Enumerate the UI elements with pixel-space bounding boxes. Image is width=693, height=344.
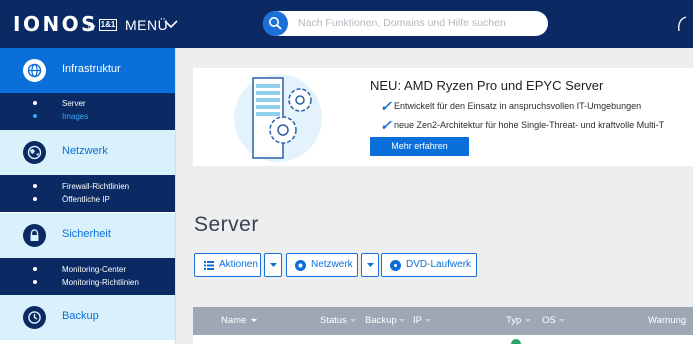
- banner-title: NEU: AMD Ryzen Pro und EPYC Server: [370, 78, 604, 93]
- sidebar-item-images[interactable]: Images: [0, 110, 175, 123]
- partner-logo: 1&1: [99, 19, 117, 31]
- column-header-ip[interactable]: IP: [413, 315, 422, 326]
- checkmark-icon: ✓: [380, 98, 392, 114]
- menu-button[interactable]: MENÜ: [125, 17, 168, 33]
- learn-more-button[interactable]: Mehr erfahren: [370, 137, 469, 156]
- top-bar: IONOS by 1&1 MENÜ Nach Funktionen, Domai…: [0, 0, 693, 48]
- column-header-backup[interactable]: Backup: [365, 315, 397, 326]
- disc-icon: [390, 260, 401, 271]
- column-header-warnung[interactable]: Warnung: [648, 315, 686, 326]
- sidebar-item-firewall[interactable]: Firewall-Richtlinien: [0, 180, 175, 193]
- ionos-logo[interactable]: IONOS: [13, 14, 98, 34]
- sidebar-submenu-netzwerk: Firewall-Richtlinien Öffentliche IP: [0, 175, 175, 212]
- banner-feature: Entwickelt für den Einsatz in anspruchsv…: [394, 101, 642, 111]
- sidebar-section-label: Backup: [62, 310, 99, 322]
- list-icon: [204, 261, 214, 270]
- feather-icon[interactable]: [676, 16, 688, 32]
- sidebar-submenu-infrastruktur: Server Images: [0, 93, 175, 130]
- sidebar-item-label: Monitoring-Center: [62, 265, 127, 274]
- network-globe-icon: [23, 141, 46, 164]
- banner-feature: neue Zen2-Architektur für hohe Single-Th…: [394, 120, 665, 130]
- network-dropdown-toggle[interactable]: [361, 253, 379, 277]
- logo-by-text: by: [88, 24, 96, 31]
- bullet: [33, 267, 37, 271]
- sidebar-item-label: Öffentliche IP: [62, 195, 110, 204]
- sort-caret-icon: [559, 319, 565, 322]
- column-header-status[interactable]: Status: [320, 315, 347, 326]
- sidebar-item-public-ip[interactable]: Öffentliche IP: [0, 193, 175, 206]
- network-icon: [295, 260, 306, 271]
- sort-caret-icon: [350, 319, 356, 322]
- sort-caret-icon: [399, 319, 405, 322]
- column-header-os[interactable]: OS: [542, 315, 556, 326]
- checkmark-icon: ✓: [380, 117, 392, 133]
- sidebar-item-label: Firewall-Richtlinien: [62, 182, 130, 191]
- actions-label: Aktionen: [219, 259, 258, 270]
- search-input[interactable]: Nach Funktionen, Domains und Hilfe suche…: [263, 11, 548, 36]
- actions-button[interactable]: Aktionen: [194, 253, 261, 277]
- bullet: [33, 184, 37, 188]
- search-button[interactable]: [263, 11, 288, 36]
- page-title: Server: [194, 213, 259, 236]
- sidebar-section-sicherheit[interactable]: Sicherheit: [0, 213, 175, 258]
- sidebar-section-label: Netzwerk: [62, 145, 108, 157]
- sidebar-item-monitoring-richtlinien[interactable]: Monitoring-Richtlinien: [0, 276, 175, 289]
- sidebar-item-label: Images: [62, 112, 89, 121]
- status-indicator-icon: [511, 339, 521, 344]
- bullet: [33, 114, 37, 118]
- promo-banner: NEU: AMD Ryzen Pro und EPYC Server ✓ Ent…: [193, 68, 693, 166]
- chevron-down-icon[interactable]: [164, 18, 178, 30]
- globe-icon: [23, 59, 46, 82]
- sidebar-section-backup[interactable]: Backup: [0, 295, 175, 340]
- sort-caret-icon: [425, 319, 431, 322]
- sort-caret-icon: [251, 319, 257, 322]
- lock-icon: [23, 224, 46, 247]
- sidebar: Infrastruktur Server Images Netzwerk Fir…: [0, 48, 175, 344]
- dvd-drive-label: DVD-Laufwerk: [406, 259, 472, 270]
- server-table-header: Name Status Backup IP Typ OS Warnung: [193, 307, 693, 335]
- sidebar-item-server[interactable]: Server: [0, 97, 175, 110]
- bullet: [33, 280, 37, 284]
- sidebar-section-label: Sicherheit: [62, 228, 111, 240]
- caret-down-icon: [367, 263, 374, 267]
- sidebar-item-label: Monitoring-Richtlinien: [62, 278, 139, 287]
- search-placeholder: Nach Funktionen, Domains und Hilfe suche…: [298, 17, 506, 29]
- divider: [175, 48, 176, 344]
- column-header-typ[interactable]: Typ: [506, 315, 521, 326]
- column-header-name[interactable]: Name: [221, 315, 246, 326]
- actions-dropdown-toggle[interactable]: [264, 253, 282, 277]
- sidebar-section-netzwerk[interactable]: Netzwerk: [0, 130, 175, 175]
- sidebar-section-label: Infrastruktur: [62, 63, 121, 75]
- bullet: [33, 197, 37, 201]
- server-gears-illustration: [234, 74, 322, 162]
- table-row[interactable]: [193, 335, 693, 344]
- sidebar-submenu-sicherheit: Monitoring-Center Monitoring-Richtlinien: [0, 258, 175, 295]
- sort-caret-icon: [525, 319, 531, 322]
- sidebar-item-label: Server: [62, 99, 86, 108]
- network-label: Netzwerk: [311, 259, 353, 270]
- dvd-drive-button[interactable]: DVD-Laufwerk: [381, 253, 477, 277]
- clock-icon: [23, 306, 46, 329]
- caret-down-icon: [270, 263, 277, 267]
- network-button[interactable]: Netzwerk: [286, 253, 358, 277]
- search-icon: [269, 17, 282, 30]
- sidebar-section-infrastruktur[interactable]: Infrastruktur: [0, 48, 175, 99]
- sidebar-item-monitoring-center[interactable]: Monitoring-Center: [0, 263, 175, 276]
- bullet: [33, 101, 37, 105]
